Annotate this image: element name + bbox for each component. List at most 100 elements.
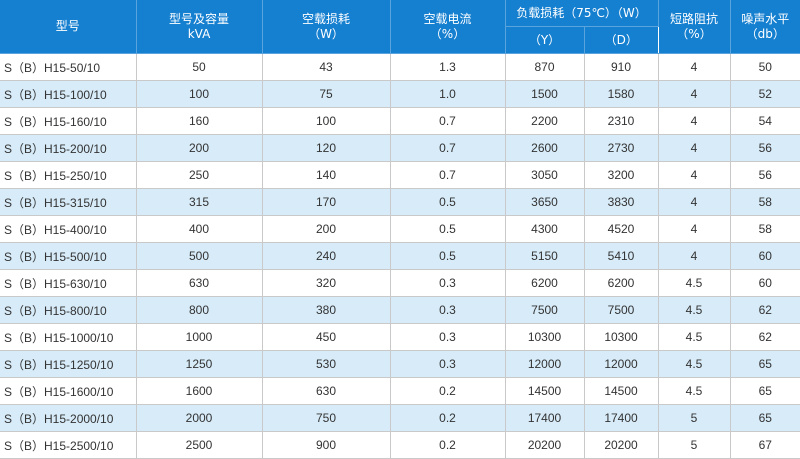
cell-impedance: 4 — [658, 161, 731, 189]
cell-capacity: 1600 — [136, 377, 263, 405]
cell-capacity: 1250 — [136, 350, 263, 378]
cell-noise: 60 — [730, 269, 800, 297]
cell-load-loss-d: 3830 — [584, 188, 659, 216]
cell-load-loss-d: 7500 — [584, 296, 659, 324]
cell-load-loss-d: 3200 — [584, 161, 659, 189]
header-load-loss-d: （D） — [584, 26, 658, 54]
cell-noload-current: 0.7 — [390, 161, 506, 189]
cell-noise: 62 — [730, 323, 800, 351]
cell-noload-current: 0.2 — [390, 431, 506, 459]
cell-load-loss-d: 17400 — [584, 404, 659, 432]
cell-noise: 52 — [730, 80, 800, 108]
cell-noload-loss: 320 — [262, 269, 391, 297]
cell-noload-current: 0.2 — [390, 404, 506, 432]
table-row: S（B）H15-315/10 315 170 0.5 3650 3830 4 58 — [0, 188, 800, 216]
cell-model: S（B）H15-2000/10 — [0, 404, 137, 432]
cell-load-loss-d: 10300 — [584, 323, 659, 351]
cell-noload-loss: 75 — [262, 80, 391, 108]
cell-load-loss-d: 2310 — [584, 107, 659, 135]
cell-load-loss-y: 3050 — [505, 161, 585, 189]
cell-load-loss-y: 3650 — [505, 188, 585, 216]
cell-noload-loss: 170 — [262, 188, 391, 216]
cell-capacity: 400 — [136, 215, 263, 243]
header-impedance: 短路阻抗 （%） — [658, 0, 731, 54]
cell-model: S（B）H15-500/10 — [0, 242, 137, 270]
cell-noload-current: 0.3 — [390, 323, 506, 351]
cell-impedance: 4 — [658, 134, 731, 162]
cell-load-loss-y: 2200 — [505, 107, 585, 135]
table-row: S（B）H15-160/10 160 100 0.7 2200 2310 4 54 — [0, 107, 800, 135]
cell-model: S（B）H15-160/10 — [0, 107, 137, 135]
header-load-loss: 负载损耗（75℃）（W） — [505, 0, 659, 27]
cell-noload-current: 0.3 — [390, 296, 506, 324]
cell-noload-loss: 200 — [262, 215, 391, 243]
cell-noise: 67 — [730, 431, 800, 459]
cell-capacity: 2000 — [136, 404, 263, 432]
cell-noload-current: 0.2 — [390, 377, 506, 405]
cell-impedance: 4 — [658, 188, 731, 216]
cell-model: S（B）H15-1000/10 — [0, 323, 137, 351]
cell-noload-loss: 530 — [262, 350, 391, 378]
cell-model: S（B）H15-1250/10 — [0, 350, 137, 378]
cell-noload-loss: 100 — [262, 107, 391, 135]
cell-model: S（B）H15-315/10 — [0, 188, 137, 216]
cell-noise: 56 — [730, 134, 800, 162]
header-capacity: 型号及容量 kVA — [136, 0, 263, 54]
cell-load-loss-d: 2730 — [584, 134, 659, 162]
cell-model: S（B）H15-800/10 — [0, 296, 137, 324]
cell-impedance: 4 — [658, 80, 731, 108]
header-load-loss-y: （Y） — [505, 26, 585, 54]
cell-load-loss-y: 10300 — [505, 323, 585, 351]
cell-load-loss-d: 910 — [584, 53, 659, 81]
cell-capacity: 2500 — [136, 431, 263, 459]
cell-load-loss-d: 5410 — [584, 242, 659, 270]
cell-noload-current: 0.5 — [390, 242, 506, 270]
cell-noise: 58 — [730, 188, 800, 216]
cell-noload-current: 1.3 — [390, 53, 506, 81]
cell-impedance: 4.5 — [658, 377, 731, 405]
cell-impedance: 4 — [658, 215, 731, 243]
table-row: S（B）H15-500/10 500 240 0.5 5150 5410 4 60 — [0, 242, 800, 270]
cell-noise: 58 — [730, 215, 800, 243]
cell-load-loss-d: 14500 — [584, 377, 659, 405]
cell-capacity: 315 — [136, 188, 263, 216]
cell-noload-current: 1.0 — [390, 80, 506, 108]
cell-noload-loss: 240 — [262, 242, 391, 270]
table-row: S（B）H15-630/10 630 320 0.3 6200 6200 4.5 60 — [0, 269, 800, 297]
cell-impedance: 4 — [658, 107, 731, 135]
cell-model: S（B）H15-200/10 — [0, 134, 137, 162]
cell-load-loss-d: 12000 — [584, 350, 659, 378]
cell-noload-current: 0.7 — [390, 134, 506, 162]
cell-capacity: 160 — [136, 107, 263, 135]
cell-capacity: 200 — [136, 134, 263, 162]
cell-noise: 56 — [730, 161, 800, 189]
cell-load-loss-d: 6200 — [584, 269, 659, 297]
cell-impedance: 5 — [658, 404, 731, 432]
cell-load-loss-y: 2600 — [505, 134, 585, 162]
cell-noload-loss: 120 — [262, 134, 391, 162]
cell-capacity: 50 — [136, 53, 263, 81]
cell-load-loss-y: 5150 — [505, 242, 585, 270]
cell-impedance: 4 — [658, 242, 731, 270]
cell-impedance: 4.5 — [658, 269, 731, 297]
cell-load-loss-y: 12000 — [505, 350, 585, 378]
table-row: S（B）H15-100/10 100 75 1.0 1500 1580 4 52 — [0, 80, 800, 108]
table-row: S（B）H15-50/10 50 43 1.3 870 910 4 50 — [0, 53, 800, 81]
table-row: S（B）H15-2500/10 2500 900 0.2 20200 20200 5 67 — [0, 431, 800, 459]
table-row: S（B）H15-1250/10 1250 530 0.3 12000 12000 4.5 65 — [0, 350, 800, 378]
cell-noise: 60 — [730, 242, 800, 270]
cell-model: S（B）H15-250/10 — [0, 161, 137, 189]
cell-noload-loss: 750 — [262, 404, 391, 432]
header-noload-loss: 空载损耗 （W） — [262, 0, 391, 54]
cell-load-loss-y: 4300 — [505, 215, 585, 243]
table-header: 型号 型号及容量 kVA 空载损耗 （W） 空载电流 （%） 负载损耗（75℃）… — [0, 0, 800, 54]
cell-load-loss-d: 4520 — [584, 215, 659, 243]
cell-load-loss-y: 7500 — [505, 296, 585, 324]
cell-noload-loss: 43 — [262, 53, 391, 81]
table-row: S（B）H15-200/10 200 120 0.7 2600 2730 4 56 — [0, 134, 800, 162]
cell-noload-loss: 900 — [262, 431, 391, 459]
cell-load-loss-d: 1580 — [584, 80, 659, 108]
cell-noise: 65 — [730, 404, 800, 432]
cell-model: S（B）H15-50/10 — [0, 53, 137, 81]
table-row: S（B）H15-2000/10 2000 750 0.2 17400 17400 5 65 — [0, 404, 800, 432]
